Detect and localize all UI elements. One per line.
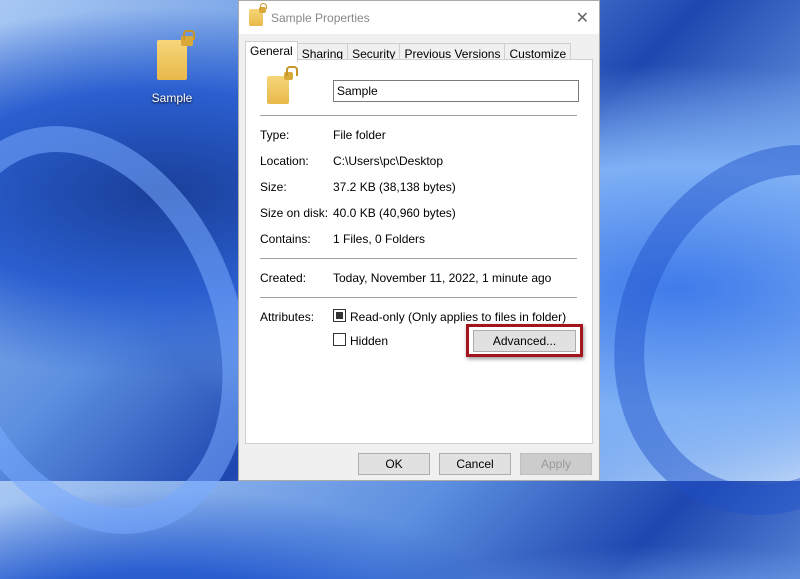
desktop-icon-label: Sample — [151, 91, 193, 105]
divider — [260, 297, 577, 298]
divider — [260, 115, 577, 116]
readonly-label: Read-only (Only applies to files in fold… — [350, 310, 567, 324]
cancel-button[interactable]: Cancel — [439, 453, 511, 475]
hidden-label: Hidden — [350, 334, 389, 348]
apply-button[interactable]: Apply — [520, 453, 592, 475]
title-bar: Sample Properties ✕ — [239, 1, 599, 34]
locked-folder-icon — [249, 3, 267, 26]
locked-folder-icon — [157, 30, 195, 80]
readonly-checkbox[interactable] — [333, 309, 346, 322]
ok-button[interactable]: OK — [358, 453, 430, 475]
general-panel: Sample Type: File folder Location: C:\User… — [245, 59, 593, 444]
dialog-title: Sample Properties — [271, 10, 370, 25]
name-input[interactable]: Sample — [333, 80, 579, 102]
properties-dialog: Sample Properties ✕ General Sharing Secu… — [238, 0, 600, 481]
desktop-icon-sample[interactable]: Sample — [145, 30, 199, 105]
close-icon[interactable]: ✕ — [576, 8, 589, 28]
tab-general[interactable]: General — [245, 41, 298, 62]
advanced-highlight-box — [466, 324, 583, 357]
hidden-checkbox[interactable] — [333, 333, 346, 346]
locked-folder-icon — [267, 66, 298, 104]
divider — [260, 258, 577, 259]
